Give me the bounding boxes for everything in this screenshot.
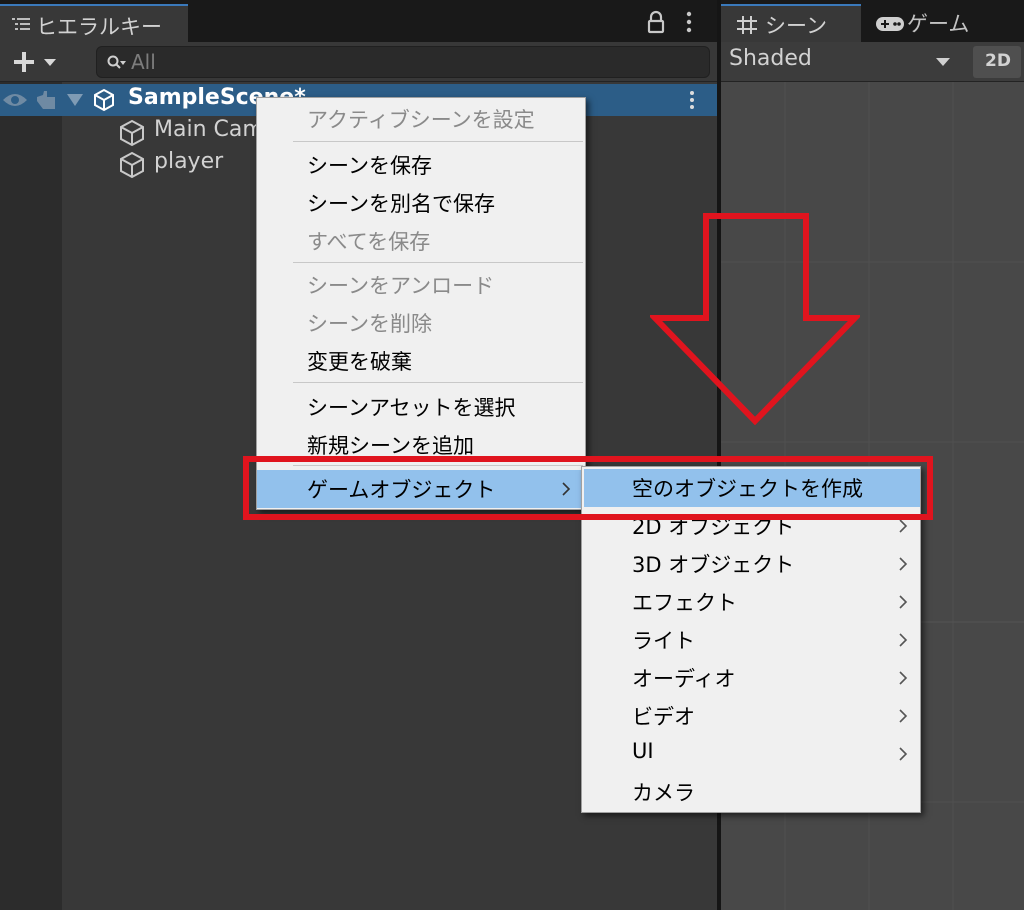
hierarchy-tab-bar: ヒエラルキー bbox=[0, 0, 717, 42]
scene-more-options-icon[interactable] bbox=[686, 88, 698, 112]
lock-icon[interactable] bbox=[646, 10, 666, 34]
search-input[interactable] bbox=[131, 49, 691, 75]
menu-item-set-active-scene[interactable]: アクティブシーンを設定 bbox=[257, 100, 585, 138]
gamepad-icon bbox=[876, 17, 904, 31]
chevron-right-icon bbox=[899, 671, 908, 685]
menu-separator bbox=[293, 382, 583, 383]
menu-item-remove-scene[interactable]: シーンを削除 bbox=[257, 304, 585, 342]
menu-item-effects[interactable]: エフェクト bbox=[584, 583, 920, 621]
chevron-right-icon bbox=[899, 557, 908, 571]
menu-item-ui[interactable]: UI bbox=[584, 735, 920, 773]
menu-item-save-all[interactable]: すべてを保存 bbox=[257, 222, 585, 260]
menu-item-label: カメラ bbox=[632, 781, 695, 805]
menu-item-label: シーンを別名で保存 bbox=[307, 192, 495, 216]
menu-item-label: 3D オブジェクト bbox=[632, 553, 795, 577]
menu-item-save-scene-as[interactable]: シーンを別名で保存 bbox=[257, 184, 585, 222]
chevron-down-icon bbox=[936, 58, 950, 66]
tab-scene[interactable]: シーン bbox=[721, 4, 861, 42]
hierarchy-toolbar bbox=[0, 42, 717, 82]
more-options-icon[interactable] bbox=[682, 10, 696, 34]
tab-game-label: ゲーム bbox=[907, 12, 970, 36]
menu-item-3d-object[interactable]: 3D オブジェクト bbox=[584, 545, 920, 583]
menu-separator bbox=[293, 141, 583, 142]
chevron-right-icon bbox=[899, 519, 908, 533]
menu-item-label: オーディオ bbox=[632, 667, 736, 691]
menu-item-select-scene-asset[interactable]: シーンアセットを選択 bbox=[257, 388, 585, 426]
shading-mode-dropdown[interactable]: Shaded bbox=[721, 42, 965, 82]
tab-game[interactable]: ゲーム bbox=[867, 4, 1024, 42]
menu-separator bbox=[293, 262, 583, 263]
grid-icon bbox=[737, 16, 757, 34]
menu-item-label: ライト bbox=[632, 629, 695, 653]
add-object-button[interactable] bbox=[8, 46, 64, 78]
menu-item-audio[interactable]: オーディオ bbox=[584, 659, 920, 697]
toggle-2d-button[interactable]: 2D bbox=[973, 46, 1021, 78]
unity-scene-icon bbox=[94, 88, 114, 112]
menu-item-label: すべてを保存 bbox=[307, 230, 431, 254]
tab-hierarchy[interactable]: ヒエラルキー bbox=[0, 4, 188, 42]
menu-item-label: シーンをアンロード bbox=[307, 274, 495, 298]
hierarchy-item-label: player bbox=[154, 149, 224, 174]
gameobject-cube-icon bbox=[120, 119, 144, 147]
menu-item-discard-changes[interactable]: 変更を破棄 bbox=[257, 342, 585, 380]
eye-icon[interactable] bbox=[2, 91, 28, 109]
menu-item-label: UI bbox=[632, 739, 654, 763]
expand-arrow-icon[interactable] bbox=[66, 92, 84, 108]
menu-item-camera[interactable]: カメラ bbox=[584, 773, 920, 811]
chevron-right-icon bbox=[899, 633, 908, 647]
menu-item-label: シーンを保存 bbox=[307, 154, 432, 178]
menu-item-label: アクティブシーンを設定 bbox=[307, 108, 535, 132]
menu-item-unload-scene[interactable]: シーンをアンロード bbox=[257, 266, 585, 304]
gameobject-cube-icon bbox=[120, 151, 144, 179]
tab-scene-label: シーン bbox=[765, 14, 827, 38]
list-icon bbox=[12, 18, 30, 30]
shading-mode-value: Shaded bbox=[729, 46, 812, 71]
chevron-right-icon bbox=[899, 709, 908, 723]
menu-item-label: シーンアセットを選択 bbox=[307, 396, 516, 420]
menu-item-video[interactable]: ビデオ bbox=[584, 697, 920, 735]
menu-item-label: ビデオ bbox=[632, 705, 695, 729]
annotation-down-arrow bbox=[650, 213, 860, 425]
menu-item-label: シーンを削除 bbox=[307, 312, 432, 336]
scene-toolbar: Shaded 2D bbox=[721, 42, 1024, 82]
menu-item-save-scene[interactable]: シーンを保存 bbox=[257, 146, 585, 184]
chevron-right-icon bbox=[899, 595, 908, 609]
search-box[interactable] bbox=[96, 46, 710, 78]
visibility-gutter bbox=[0, 82, 62, 910]
chevron-right-icon bbox=[899, 747, 908, 761]
scene-tab-bar: シーン ゲーム bbox=[721, 0, 1024, 42]
menu-item-label: 変更を破棄 bbox=[307, 350, 412, 374]
tab-hierarchy-label: ヒエラルキー bbox=[36, 15, 162, 39]
annotation-highlight-box bbox=[243, 456, 933, 520]
pickable-hand-icon[interactable] bbox=[34, 89, 58, 111]
hierarchy-item-player[interactable]: player bbox=[118, 148, 278, 180]
hierarchy-item-main-camera[interactable]: Main Camera bbox=[118, 116, 300, 148]
menu-item-light[interactable]: ライト bbox=[584, 621, 920, 659]
scene-context-menu: アクティブシーンを設定 シーンを保存 シーンを別名で保存 すべてを保存 シーンを… bbox=[256, 97, 586, 510]
toggle-2d-label: 2D bbox=[985, 51, 1011, 71]
menu-item-label: エフェクト bbox=[632, 591, 737, 615]
search-icon bbox=[107, 55, 126, 69]
